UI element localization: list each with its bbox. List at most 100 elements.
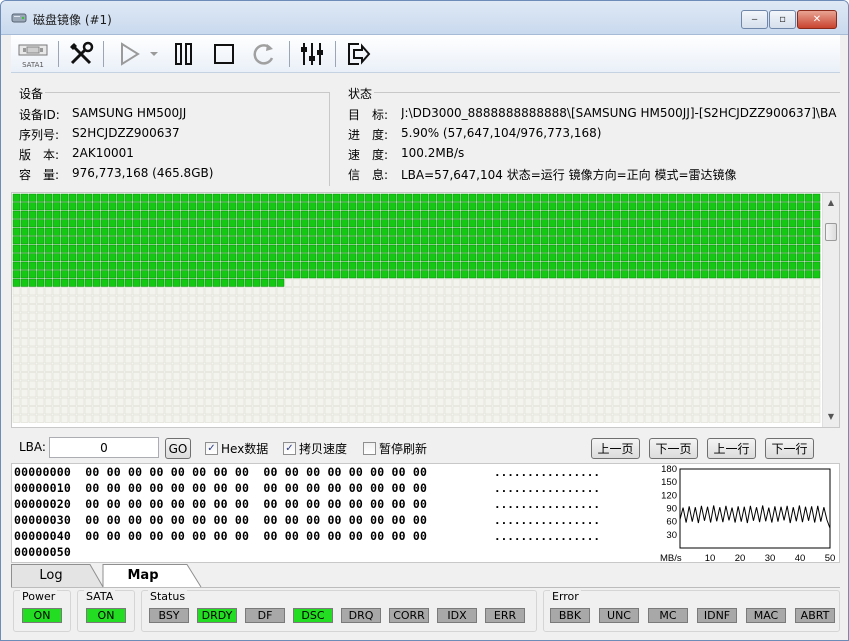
next-page-button[interactable]: 下一页 <box>649 438 698 459</box>
status-indicators: Power ON SATA ON Status BSY DRDY DF DSC … <box>11 590 840 636</box>
sector-block-done <box>212 278 221 287</box>
exit-button[interactable] <box>343 39 373 69</box>
sector-block-done <box>196 193 205 202</box>
sector-block-done <box>492 202 501 211</box>
sector-block-pending <box>364 287 373 296</box>
sector-block-done <box>364 236 373 245</box>
copy-speed-checkbox-box[interactable]: ✓ <box>283 442 296 455</box>
sector-block-pending <box>796 287 805 296</box>
pause-button[interactable] <box>169 39 199 69</box>
sector-block-done <box>148 270 157 279</box>
hex-data-checkbox-box[interactable]: ✓ <box>205 442 218 455</box>
sector-block-pending <box>324 312 333 321</box>
prev-line-button[interactable]: 上一行 <box>707 438 756 459</box>
map-scrollbar[interactable]: ▲ ▼ <box>822 193 839 427</box>
sector-block-done <box>52 253 61 262</box>
sector-block-pending <box>156 329 165 338</box>
sector-block-pending <box>68 287 77 296</box>
sector-block-pending <box>436 346 445 355</box>
sector-block-done <box>260 261 269 270</box>
sector-block-done <box>764 210 773 219</box>
go-button[interactable]: GO <box>165 438 191 459</box>
start-dropdown-button[interactable] <box>147 39 161 69</box>
sector-block-pending <box>300 380 309 389</box>
sector-block-done <box>212 227 221 236</box>
hex-data-checkbox[interactable]: ✓ Hex数据 <box>205 440 268 457</box>
sector-block-pending <box>580 363 589 372</box>
sector-block-done <box>612 227 621 236</box>
prev-page-button[interactable]: 上一页 <box>591 438 640 459</box>
sector-block-pending <box>540 406 549 415</box>
sector-block-done <box>156 270 165 279</box>
sector-block-pending <box>660 295 669 304</box>
sector-block-pending <box>228 406 237 415</box>
sector-block-pending <box>796 338 805 347</box>
sector-block-pending <box>372 380 381 389</box>
sector-block-done <box>236 261 245 270</box>
sector-block-pending <box>356 397 365 406</box>
minimize-button[interactable]: ‒ <box>741 10 768 29</box>
sector-block-pending <box>540 372 549 381</box>
copy-speed-checkbox[interactable]: ✓ 拷贝速度 <box>283 440 347 457</box>
sector-block-pending <box>188 321 197 330</box>
next-line-button[interactable]: 下一行 <box>765 438 814 459</box>
sector-block-pending <box>148 380 157 389</box>
sector-map[interactable]: ▲ ▼ <box>11 192 840 428</box>
sector-block-pending <box>44 406 53 415</box>
sector-block-pending <box>60 406 69 415</box>
sector-block-pending <box>372 346 381 355</box>
refresh-button[interactable] <box>249 39 279 69</box>
scroll-down-arrow[interactable]: ▼ <box>823 409 839 425</box>
hex-view[interactable]: 00000000 00 00 00 00 00 00 00 00 00 00 0… <box>11 463 840 564</box>
sector-block-pending <box>716 278 725 287</box>
sector-block-done <box>100 244 109 253</box>
sector-block-done <box>252 236 261 245</box>
sector-block-pending <box>404 338 413 347</box>
sector-block-pending <box>580 278 589 287</box>
sector-block-pending <box>740 355 749 364</box>
sector-block-pending <box>340 380 349 389</box>
sata-port-button[interactable]: SATA1 <box>15 39 51 69</box>
parameters-button[interactable] <box>297 39 327 69</box>
sector-block-done <box>564 270 573 279</box>
sector-block-done <box>268 270 277 279</box>
sector-block-done <box>556 253 565 262</box>
lba-input[interactable] <box>49 437 159 458</box>
sector-block-pending <box>724 346 733 355</box>
sector-block-pending <box>540 380 549 389</box>
start-button[interactable] <box>115 39 145 69</box>
pause-refresh-checkbox[interactable]: 暂停刷新 <box>363 440 427 457</box>
sector-block-done <box>116 244 125 253</box>
sector-block-pending <box>420 355 429 364</box>
sector-block-pending <box>340 329 349 338</box>
sector-block-done <box>348 227 357 236</box>
sector-block-pending <box>684 295 693 304</box>
sector-block-pending <box>580 397 589 406</box>
sector-block-pending <box>140 304 149 313</box>
sector-block-done <box>476 219 485 228</box>
sector-block-done <box>348 219 357 228</box>
tab-log[interactable]: Log <box>11 563 91 587</box>
sector-block-pending <box>636 363 645 372</box>
settings-tools-button[interactable] <box>65 39 97 69</box>
sector-block-done <box>204 210 213 219</box>
sector-block-done <box>284 219 293 228</box>
sector-block-pending <box>772 389 781 398</box>
sector-block-pending <box>340 414 349 423</box>
stop-button[interactable] <box>209 39 239 69</box>
sector-block-pending <box>452 346 461 355</box>
sector-block-pending <box>604 397 613 406</box>
sector-block-pending <box>596 355 605 364</box>
scroll-up-arrow[interactable]: ▲ <box>823 195 839 211</box>
sector-block-done <box>732 261 741 270</box>
pause-refresh-checkbox-box[interactable] <box>363 442 376 455</box>
maximize-button[interactable]: ▫ <box>769 10 796 29</box>
sector-block-pending <box>36 355 45 364</box>
sector-block-pending <box>44 329 53 338</box>
tab-map[interactable]: Map <box>103 563 183 587</box>
sector-block-done <box>700 210 709 219</box>
close-button[interactable]: ✕ <box>797 10 837 29</box>
scroll-thumb[interactable] <box>825 223 837 241</box>
sector-block-pending <box>644 304 653 313</box>
sector-block-done <box>708 253 717 262</box>
